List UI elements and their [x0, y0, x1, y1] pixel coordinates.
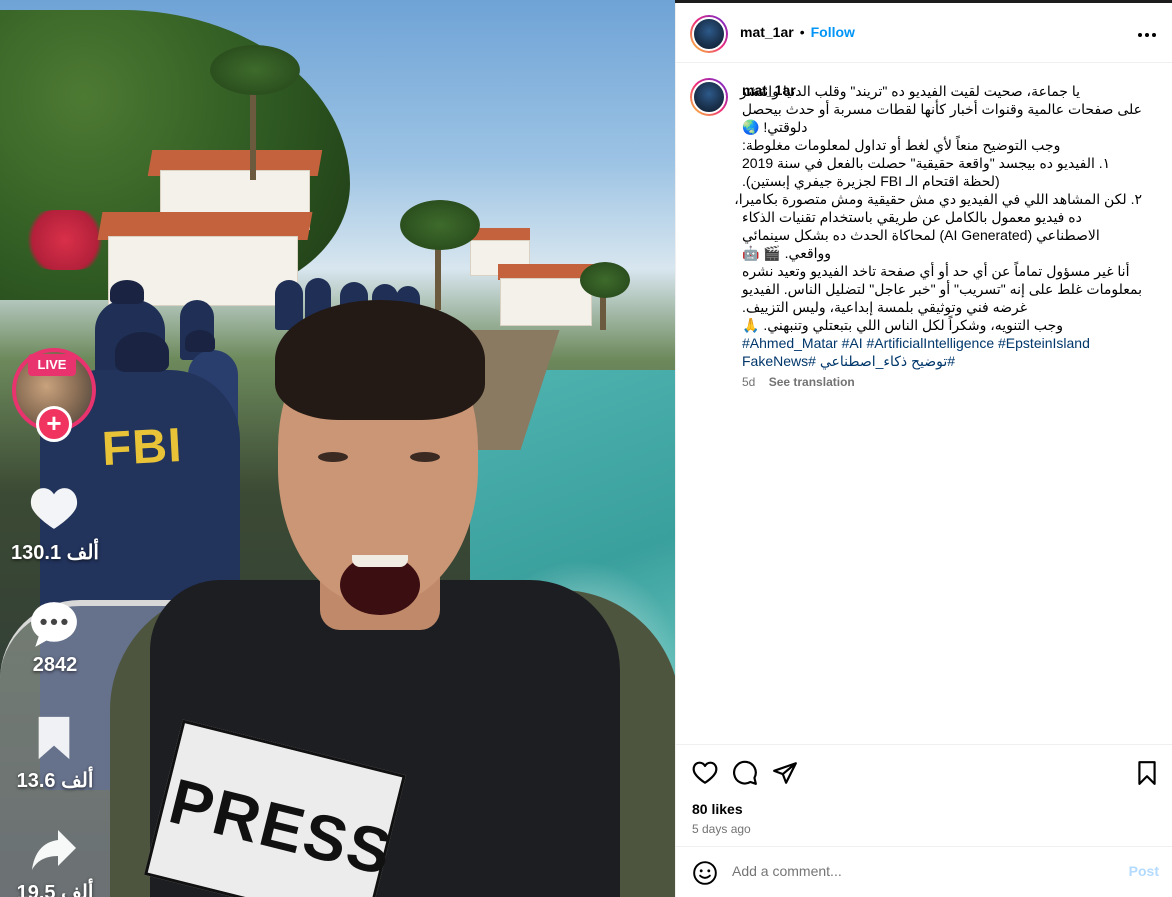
comment-icon[interactable] — [732, 760, 760, 788]
agent-cap — [110, 280, 144, 304]
caption-line: الاصطناعي (AI Generated) لمحاكاة الحدث د… — [742, 227, 1100, 243]
overlay-bookmark-icon[interactable] — [26, 710, 82, 766]
author-avatar-image — [692, 17, 726, 51]
see-translation-link[interactable]: See translation — [769, 375, 855, 389]
fbi-agent-cap — [115, 332, 169, 372]
overlay-saves-count: 13.6 ألف — [16, 770, 94, 792]
presenter-teeth — [352, 555, 408, 567]
post-video[interactable]: FBI PRESS LIVE + 130.1 ألف 2842 13.6 ألف… — [0, 0, 675, 897]
caption-line: وجب التنويه، وشكراً لكل الناس اللي بتبعت… — [742, 317, 1064, 333]
caption-meta: 5d See translation — [742, 375, 855, 389]
palm-leaves — [580, 262, 630, 298]
separator-dot: • — [799, 24, 805, 40]
caption-line: ٢. لكن المشاهد اللي في الفيديو دي مش حقي… — [734, 191, 1142, 207]
post-header: mat_1ar • Follow — [676, 3, 1172, 63]
caption-line: على صفحات عالمية وقنوات أخبار كأنها لقطا… — [741, 101, 1142, 117]
bookmark-icon[interactable] — [1135, 760, 1163, 788]
overlay-shares-count: 19.5 ألف — [16, 882, 94, 897]
caption-line: أنا غير مسؤول تماماً عن أي حد أو أي صفحة… — [742, 263, 1130, 279]
caption-avatar-image — [692, 80, 726, 114]
caption-area: mat_1ar يا جماعة، صحيت لقيت الفيديو ده "… — [676, 64, 1172, 744]
agent-cap — [185, 330, 215, 352]
hashtags-line[interactable]: #Ahmed_Matar #AI #ArtificialIntelligence… — [742, 334, 1142, 352]
overlay-share-icon[interactable] — [26, 822, 82, 878]
presenter-eye — [410, 452, 440, 462]
caption-avatar[interactable] — [690, 78, 728, 116]
caption-line: ١. الفيديو ده بيجسد "واقعة حقيقية" حصلت … — [742, 155, 1111, 171]
overlay-heart-icon[interactable] — [26, 480, 82, 536]
follow-plus-button[interactable]: + — [36, 406, 72, 442]
post-sidebar: mat_1ar • Follow mat_1ar يا جماعة، صحيت … — [675, 3, 1172, 897]
palm-leaves — [400, 200, 480, 250]
author-avatar[interactable] — [690, 15, 728, 53]
presenter-eye — [318, 452, 348, 462]
send-icon[interactable] — [772, 760, 800, 788]
instagram-post-view: { "post": { "username": "mat_1ar", "foll… — [0, 0, 1172, 897]
villa — [500, 278, 592, 326]
overlay-comment-icon[interactable] — [26, 596, 82, 652]
live-badge: LIVE — [28, 354, 76, 376]
caption-line: يا جماعة، صحيت لقيت الفيديو ده "تريند" و… — [739, 83, 1080, 99]
follow-button[interactable]: Follow — [811, 24, 855, 40]
palm-leaves — [210, 45, 300, 95]
fbi-jacket-text: FBI — [100, 418, 184, 477]
caption-line: وجب التوضيح منعاً لأي لغط أو تداول لمعلو… — [742, 137, 1061, 153]
author-line: mat_1ar • Follow — [740, 24, 855, 40]
caption-text: يا جماعة، صحيت لقيت الفيديو ده "تريند" و… — [734, 82, 1142, 370]
post-comment-button[interactable]: Post — [1129, 863, 1159, 879]
more-options-icon[interactable] — [1135, 23, 1159, 47]
overlay-likes-count: 130.1 ألف — [11, 542, 99, 564]
hashtags-line[interactable]: #توضيح ذكاء_اصطناعي #FakeNews — [742, 352, 1142, 370]
flowers — [20, 210, 110, 270]
heart-icon[interactable] — [692, 760, 720, 788]
post-timestamp[interactable]: 5 days ago — [692, 822, 751, 836]
caption-line: بمعلومات غلط على إنه "تسريب" أو "خبر عاج… — [741, 281, 1142, 297]
caption-line: دلوقتي! 🌏 — [742, 119, 808, 135]
comment-bar: Post — [676, 846, 1172, 897]
author-username[interactable]: mat_1ar — [740, 24, 794, 40]
likes-count[interactable]: 80 likes — [692, 801, 743, 817]
caption-line: وواقعي. 🎬 🤖 — [742, 245, 832, 261]
overlay-comments-count: 2842 — [32, 654, 78, 676]
emoji-icon[interactable] — [692, 860, 718, 886]
caption-line: غرضه فني وتوثيقي بلمسة إبداعية، وليس الت… — [742, 299, 1028, 315]
caption-age: 5d — [742, 375, 756, 389]
caption-line: (لحظة اقتحام الـ FBI لجزيرة جيفري إبستين… — [742, 173, 1000, 189]
presenter-hair — [275, 300, 485, 420]
comment-input[interactable] — [732, 863, 1092, 879]
caption-line: ده فيديو معمول بالكامل عن طريقي باستخدام… — [742, 209, 1082, 225]
